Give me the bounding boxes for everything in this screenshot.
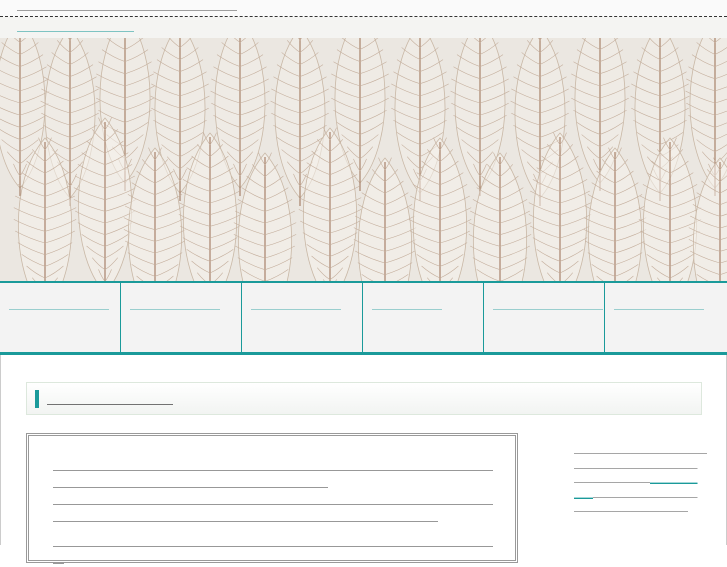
top-bar: ＿＿＿＿＿＿＿＿＿＿＿＿＿＿＿＿＿＿＿＿＿＿ bbox=[0, 0, 727, 17]
main-navigation: ＿＿＿＿＿＿＿＿＿＿ ＿＿＿＿＿＿＿＿＿ ＿＿＿＿＿＿＿＿＿ ＿＿＿＿＿＿＿ ＿… bbox=[0, 281, 727, 355]
hero-banner bbox=[0, 38, 727, 281]
page-heading: ＿＿＿＿＿＿＿＿＿ bbox=[47, 391, 173, 407]
nav-item-3[interactable]: ＿＿＿＿＿＿＿＿＿ bbox=[242, 283, 363, 352]
nav-item-5[interactable]: ＿＿＿＿＿＿＿＿＿＿＿ bbox=[484, 283, 605, 352]
content-area: ＿＿＿＿＿＿＿＿＿ ＿＿＿＿＿＿＿＿＿＿＿＿＿＿＿＿＿＿＿＿＿＿＿＿＿＿＿＿＿＿… bbox=[0, 355, 727, 565]
sidebar: ＿＿＿＿＿＿＿＿＿＿＿＿＿＿ ＿＿＿＿＿＿＿＿＿＿＿＿＿＿＿＿＿＿＿＿＿＿＿＿＿… bbox=[574, 444, 708, 517]
paragraph-3: ＿＿＿＿＿＿＿＿＿＿＿＿＿＿＿＿＿＿＿＿＿＿＿＿＿＿＿＿＿＿＿＿＿＿＿＿＿＿＿＿… bbox=[53, 535, 493, 565]
section-heading: ＿＿＿＿＿＿＿＿＿ bbox=[26, 382, 702, 415]
nav-item-4[interactable]: ＿＿＿＿＿＿＿ bbox=[363, 283, 484, 352]
nav-item-1[interactable]: ＿＿＿＿＿＿＿＿＿＿ bbox=[0, 283, 121, 352]
post-body: ＿＿＿＿＿＿＿＿＿＿＿＿＿＿＿＿＿＿＿＿＿＿＿＿＿＿＿＿＿＿＿＿＿＿＿＿＿＿＿＿… bbox=[26, 433, 518, 565]
paragraph-1: ＿＿＿＿＿＿＿＿＿＿＿＿＿＿＿＿＿＿＿＿＿＿＿＿＿＿＿＿＿＿＿＿＿＿＿＿＿＿＿＿… bbox=[53, 459, 493, 489]
site-title-link[interactable]: ＿＿＿＿＿＿＿＿＿ bbox=[17, 19, 134, 35]
sidebar-line-1: ＿＿＿＿＿＿＿＿＿＿＿＿＿＿ bbox=[574, 445, 708, 456]
site-tagline: ＿＿＿＿＿＿＿＿＿＿＿＿＿＿＿＿＿＿＿＿＿＿ bbox=[17, 2, 237, 13]
paragraph-2: ＿＿＿＿＿＿＿＿＿＿＿＿＿＿＿＿＿＿＿＿＿＿＿＿＿＿＿＿＿＿＿＿＿＿＿＿＿＿＿＿… bbox=[53, 493, 493, 523]
leaf-pattern-image bbox=[0, 38, 727, 281]
heading-accent-bar bbox=[35, 390, 39, 408]
nav-item-6[interactable]: ＿＿＿＿＿＿＿＿＿ bbox=[605, 283, 726, 352]
title-bar: ＿＿＿＿＿＿＿＿＿ bbox=[0, 17, 727, 38]
sidebar-text-suffix: ＿＿＿＿＿＿＿＿＿＿＿＿＿＿＿＿＿＿＿＿＿＿＿ bbox=[574, 488, 698, 515]
nav-item-2[interactable]: ＿＿＿＿＿＿＿＿＿ bbox=[121, 283, 242, 352]
